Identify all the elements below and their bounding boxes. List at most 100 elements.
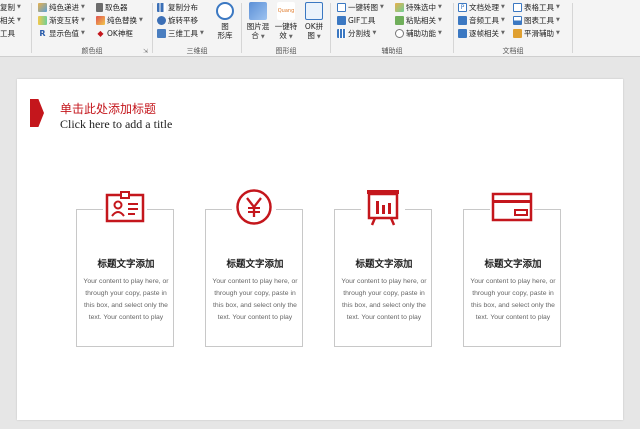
- ribbon-divider: [453, 3, 454, 53]
- gif-tools-label: GIF工具: [348, 16, 376, 25]
- frame-icon: [458, 29, 467, 38]
- audio-tools-button[interactable]: 音频工具 ▼: [458, 15, 505, 26]
- eyedropper-icon: [96, 3, 103, 12]
- card-title: 标题文字添加: [355, 259, 413, 270]
- smooth-aux-button[interactable]: 平滑辅助 ▼: [513, 28, 560, 39]
- aux-group-label: 辅助组: [381, 47, 403, 55]
- card-body-text: Your content to play here, or through yo…: [83, 278, 169, 321]
- gif-tools-button[interactable]: GIF工具: [337, 15, 375, 26]
- ok-collage-label-2: 图: [307, 31, 315, 40]
- chevron-down-icon: ▼: [380, 4, 384, 10]
- solid-replace-button[interactable]: 纯色替换 ▼: [96, 15, 143, 26]
- color-picker-label: 取色器: [105, 3, 128, 12]
- card-body-text: Your content to play here, or through yo…: [341, 278, 427, 321]
- chart-tools-button[interactable]: 图表工具 ▼: [513, 15, 560, 26]
- copy-button[interactable]: 复制 ▼: [0, 2, 21, 13]
- gradient-icon: [38, 16, 47, 25]
- feature-card[interactable]: 标题文字添加 Your content to play here, or thr…: [76, 209, 174, 347]
- collage-icon: [305, 2, 323, 20]
- feature-card[interactable]: 标题文字添加 Your content to play here, or thr…: [463, 209, 561, 347]
- related-label: 相关: [0, 16, 15, 25]
- feature-card[interactable]: 标题文字添加 Your content to play here, or thr…: [334, 209, 432, 347]
- smooth-icon: [513, 29, 522, 38]
- 3d-tools-button[interactable]: 三维工具 ▼: [157, 28, 204, 39]
- magnifier-icon: [395, 29, 404, 38]
- grid-split-icon: [337, 29, 346, 38]
- 3d-tools-label: 三维工具: [168, 29, 198, 38]
- slide-subtitle-placeholder[interactable]: Click here to add a title: [60, 117, 172, 132]
- image-stack-icon: [249, 2, 267, 20]
- special-select-button[interactable]: 特殊选中 ▼: [395, 2, 442, 13]
- image-blend-button[interactable]: 图片混 合 ▼: [245, 2, 271, 42]
- slide-title-placeholder[interactable]: 单击此处添加标题: [60, 100, 156, 117]
- copy-distribute-button[interactable]: 复制分布: [157, 2, 198, 13]
- rotate-translate-label: 旋转平移: [168, 16, 198, 25]
- ribbon-group-aux: 一键转图 ▼ GIF工具 分割线 ▼ 特殊选中 ▼ 粘贴相关 ▼ 辅助功能 ▼ 辅助组: [332, 0, 452, 56]
- ribbon-group-3d: 复制分布 旋转平移 三维工具 ▼ 图 形库 三维组: [154, 0, 240, 56]
- shape-group-label: 图形组: [275, 47, 297, 55]
- gradient-convert-button[interactable]: 渐变互转 ▼: [38, 15, 85, 26]
- tools-button[interactable]: 工具: [0, 28, 15, 39]
- show-color-value-button[interactable]: R 显示色值 ▼: [38, 28, 84, 39]
- aux-functions-button[interactable]: 辅助功能 ▼: [395, 28, 442, 39]
- ok-magic-frame-button[interactable]: ◆ OK神框: [96, 28, 133, 39]
- chevron-down-icon: ▼: [501, 17, 505, 23]
- paste-related-button[interactable]: 粘贴相关 ▼: [395, 15, 442, 26]
- table-tools-label: 表格工具: [524, 3, 554, 12]
- smooth-aux-label: 平滑辅助: [524, 29, 554, 38]
- special-select-label: 特殊选中: [406, 3, 436, 12]
- effect-icon: Quang: [277, 2, 295, 20]
- document-processing-button[interactable]: P 文档处理 ▼: [458, 2, 505, 13]
- chevron-down-icon: ▼: [260, 34, 265, 40]
- document-group-label: 文档组: [502, 47, 524, 55]
- paste-icon: [395, 16, 404, 25]
- ribbon-group-document: P 文档处理 ▼ 音频工具 ▼ 逐帧相关 ▼ 表格工具 ▼ 图表工具 ▼ 平滑辅助 ▼ 文档组: [455, 0, 571, 56]
- hexagon-library-icon: [216, 2, 234, 20]
- distribute-icon: [157, 3, 166, 12]
- aux-functions-label: 辅助功能: [406, 29, 436, 38]
- table-tools-button[interactable]: 表格工具 ▼: [513, 2, 560, 13]
- card-title: 标题文字添加: [484, 259, 542, 270]
- chevron-down-icon: ▼: [17, 4, 21, 10]
- r-value-icon: R: [39, 29, 46, 38]
- group-launcher-icon[interactable]: ⇲: [143, 48, 148, 55]
- ribbon-group-color: 纯色递进 ▼ 渐变互转 ▼ R 显示色值 ▼ 取色器 纯色替换 ▼ ◆ OK神框 颜色组 ⇲: [33, 0, 151, 56]
- one-click-effect-label-1: 一键特: [274, 22, 298, 31]
- document-icon: P: [458, 3, 467, 12]
- 3d-group-label: 三维组: [186, 47, 208, 55]
- frame-related-label: 逐帧相关: [469, 29, 499, 38]
- document-processing-label: 文档处理: [469, 3, 499, 12]
- one-click-image-button[interactable]: 一键转图 ▼: [337, 2, 384, 13]
- related-button[interactable]: 相关 ▼: [0, 15, 21, 26]
- special-select-icon: [395, 3, 404, 12]
- ok-magic-frame-label: OK神框: [107, 29, 133, 38]
- card-title: 标题文字添加: [97, 259, 155, 270]
- rotate-translate-button[interactable]: 旋转平移: [157, 15, 198, 26]
- palette-icon: [38, 3, 47, 12]
- paste-related-label: 粘贴相关: [406, 16, 436, 25]
- ribbon-divider: [31, 3, 32, 53]
- chevron-down-icon: ▼: [139, 17, 143, 23]
- ok-collage-label-1: OK拼: [304, 22, 324, 31]
- ribbon-divider: [330, 3, 331, 53]
- divider-line-button[interactable]: 分割线 ▼: [337, 28, 376, 39]
- solid-gradient-button[interactable]: 纯色递进 ▼: [38, 2, 85, 13]
- chevron-down-icon: ▼: [288, 34, 293, 40]
- gif-icon: [337, 16, 346, 25]
- chart-tools-label: 图表工具: [524, 16, 554, 25]
- shape-library-button[interactable]: 图 形库: [212, 2, 238, 40]
- feature-card[interactable]: 标题文字添加 Your content to play here, or thr…: [205, 209, 303, 347]
- convert-image-icon: [337, 3, 346, 12]
- color-picker-button[interactable]: 取色器: [96, 2, 128, 13]
- chevron-down-icon: ▼: [556, 4, 560, 10]
- title-arrow-marker: [30, 99, 44, 127]
- ribbon-group-shape: 图片混 合 ▼ Quang 一键特 效 ▼ OK拼 图 ▼ 图形组: [243, 0, 329, 56]
- one-click-effect-label-2-row: 效 ▼: [273, 31, 299, 42]
- frame-related-button[interactable]: 逐帧相关 ▼: [458, 28, 505, 39]
- slide-canvas[interactable]: 单击此处添加标题 Click here to add a title 标题文字添…: [17, 79, 623, 420]
- one-click-effect-button[interactable]: Quang 一键特 效 ▼: [273, 2, 299, 42]
- one-click-image-label: 一键转图: [348, 3, 378, 12]
- ok-collage-button[interactable]: OK拼 图 ▼: [301, 2, 327, 42]
- chevron-down-icon: ▼: [81, 17, 85, 23]
- chevron-down-icon: ▼: [81, 4, 85, 10]
